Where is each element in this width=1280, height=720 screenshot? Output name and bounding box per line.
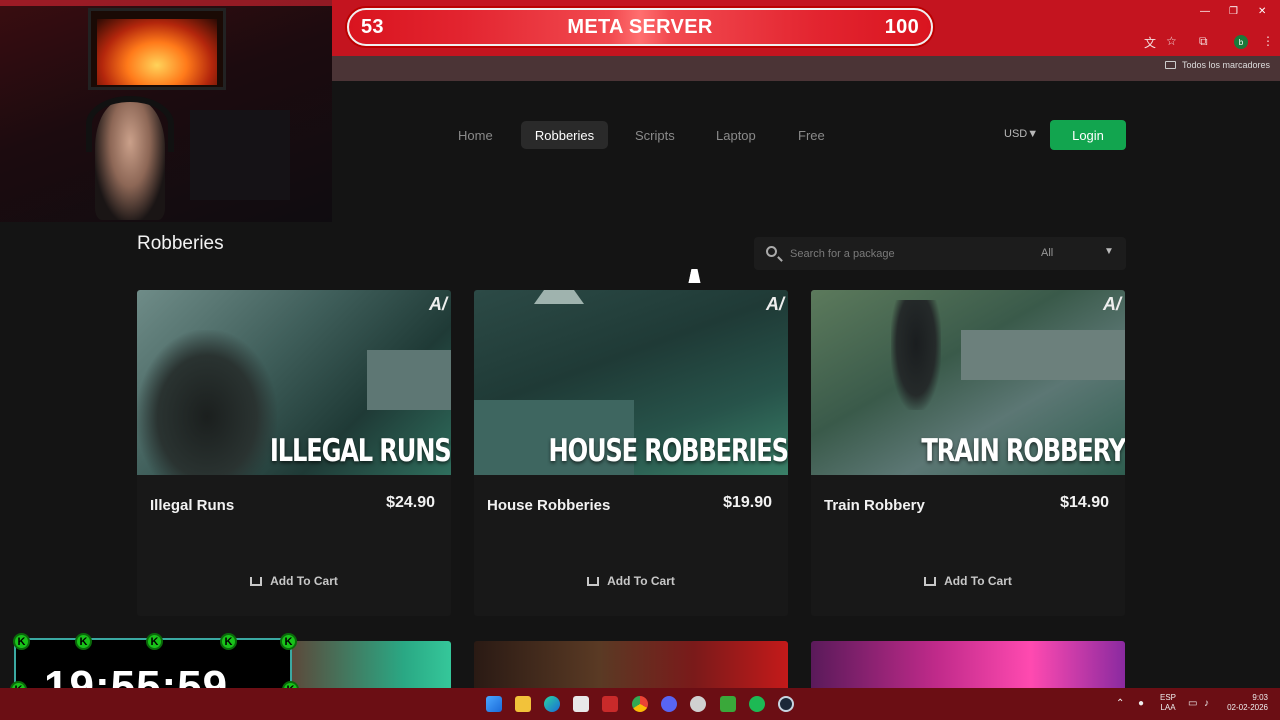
all-bookmarks[interactable]: Todos los marcadores — [1164, 60, 1270, 70]
nav-robberies[interactable]: Robberies — [521, 121, 608, 149]
profile-avatar[interactable]: b — [1234, 35, 1248, 49]
settings-icon[interactable] — [690, 696, 706, 712]
product-card: A/ TRAIN ROBBERY Train Robbery $14.90 Ad… — [811, 290, 1125, 616]
badge-icon: K — [13, 633, 30, 650]
nav-laptop[interactable]: Laptop — [716, 128, 756, 143]
more-menu-icon[interactable]: ⋮ — [1262, 34, 1274, 48]
badge-icon: K — [146, 633, 163, 650]
product-thumbnail[interactable] — [811, 641, 1125, 691]
add-to-cart-label: Add To Cart — [944, 574, 1012, 588]
brand-logo: A/ — [1103, 294, 1121, 314]
product-card: A/ HOUSE ROBBERIES House Robberies $19.9… — [474, 290, 788, 616]
volume-icon[interactable]: ♪ — [1204, 698, 1209, 709]
thumbnail-title: ILLEGAL RUNS — [270, 433, 451, 469]
nav-scripts[interactable]: Scripts — [635, 128, 675, 143]
spotify-icon[interactable] — [749, 696, 765, 712]
store-icon[interactable] — [573, 696, 589, 712]
fireplace-image — [97, 19, 217, 85]
badge-icon: K — [220, 633, 237, 650]
extensions-icon[interactable]: ⧉ — [1199, 34, 1208, 49]
page-title: Robberies — [137, 233, 224, 254]
tv-screen — [88, 8, 226, 90]
clock[interactable]: 9:03 02-02-2026 — [1222, 693, 1268, 713]
product-card: A/ ILLEGAL RUNS Illegal Runs $24.90 Add … — [137, 290, 451, 616]
search-bar: All ▼ — [754, 237, 1126, 270]
meta-server-bar: 53 META SERVER 100 — [347, 8, 933, 46]
product-price: $24.90 — [386, 494, 435, 511]
add-to-cart-label: Add To Cart — [607, 574, 675, 588]
nav-free[interactable]: Free — [798, 128, 825, 143]
cart-icon — [587, 577, 600, 586]
mic-icon[interactable]: ● — [1138, 698, 1144, 709]
chevron-up-icon[interactable]: ⌃ — [1116, 698, 1124, 709]
star-icon[interactable]: ☆ — [1166, 34, 1177, 48]
bookmarks-label: Todos los marcadores — [1181, 60, 1270, 70]
meta-title: META SERVER — [567, 15, 713, 38]
product-name[interactable]: Train Robbery — [824, 497, 925, 514]
cart-icon — [924, 577, 937, 586]
clock-time: 9:03 — [1252, 693, 1268, 702]
product-thumbnail[interactable]: A/ ILLEGAL RUNS — [137, 290, 451, 475]
app-icon[interactable] — [602, 696, 618, 712]
product-name[interactable]: Illegal Runs — [150, 497, 234, 514]
keyboard-layout: LAA — [1160, 703, 1176, 712]
chevron-down-icon[interactable]: ▼ — [1104, 246, 1114, 257]
badge-icon: K — [280, 633, 297, 650]
product-price: $14.90 — [1060, 494, 1109, 511]
thumbnail-title: TRAIN ROBBERY — [921, 433, 1125, 469]
thumbnail-title: HOUSE ROBBERIES — [548, 433, 788, 469]
brand-logo: A/ — [766, 294, 784, 314]
nav-home[interactable]: Home — [458, 128, 493, 143]
webcam-feed — [0, 0, 332, 222]
product-name[interactable]: House Robberies — [487, 497, 610, 514]
add-to-cart-button[interactable]: Add To Cart — [137, 574, 451, 588]
discord-icon[interactable] — [661, 696, 677, 712]
taskbar: ⌃ ● ESP LAA ▭ ♪ 9:03 02-02-2026 — [0, 688, 1280, 720]
badge-icon: K — [75, 633, 92, 650]
edge-icon[interactable] — [544, 696, 560, 712]
folder-icon — [1164, 61, 1176, 69]
product-thumbnail[interactable]: A/ HOUSE ROBBERIES — [474, 290, 788, 475]
clock-date: 02-02-2026 — [1227, 703, 1268, 712]
login-button[interactable]: Login — [1050, 120, 1126, 150]
category-filter[interactable]: All — [1041, 247, 1053, 259]
product-price: $19.90 — [723, 494, 772, 511]
add-to-cart-button[interactable]: Add To Cart — [811, 574, 1125, 588]
cart-icon — [250, 577, 263, 586]
currency-select[interactable]: USD▼ — [1004, 128, 1038, 140]
search-input[interactable] — [790, 237, 1010, 270]
led-strip — [0, 0, 332, 6]
product-thumbnail[interactable] — [474, 641, 788, 691]
close-icon[interactable]: ✕ — [1258, 6, 1266, 17]
network-icon[interactable]: ▭ — [1188, 698, 1197, 709]
maximize-icon[interactable]: ❐ — [1229, 6, 1238, 17]
file-explorer-icon[interactable] — [515, 696, 531, 712]
minimize-icon[interactable]: — — [1200, 6, 1210, 17]
add-to-cart-button[interactable]: Add To Cart — [474, 574, 788, 588]
chrome-icon[interactable] — [632, 696, 648, 712]
product-thumbnail[interactable]: A/ TRAIN ROBBERY — [811, 290, 1125, 475]
shelf — [190, 110, 290, 200]
add-to-cart-label: Add To Cart — [270, 574, 338, 588]
search-icon — [766, 246, 777, 257]
windows-start-icon[interactable] — [486, 696, 502, 712]
language-code: ESP — [1160, 693, 1177, 702]
steam-icon[interactable] — [778, 696, 794, 712]
xbox-icon[interactable] — [720, 696, 736, 712]
language-indicator[interactable]: ESP LAA — [1160, 693, 1176, 713]
headset — [86, 96, 174, 152]
translate-icon[interactable]: 文 — [1144, 34, 1156, 51]
brand-logo: A/ — [429, 294, 447, 314]
